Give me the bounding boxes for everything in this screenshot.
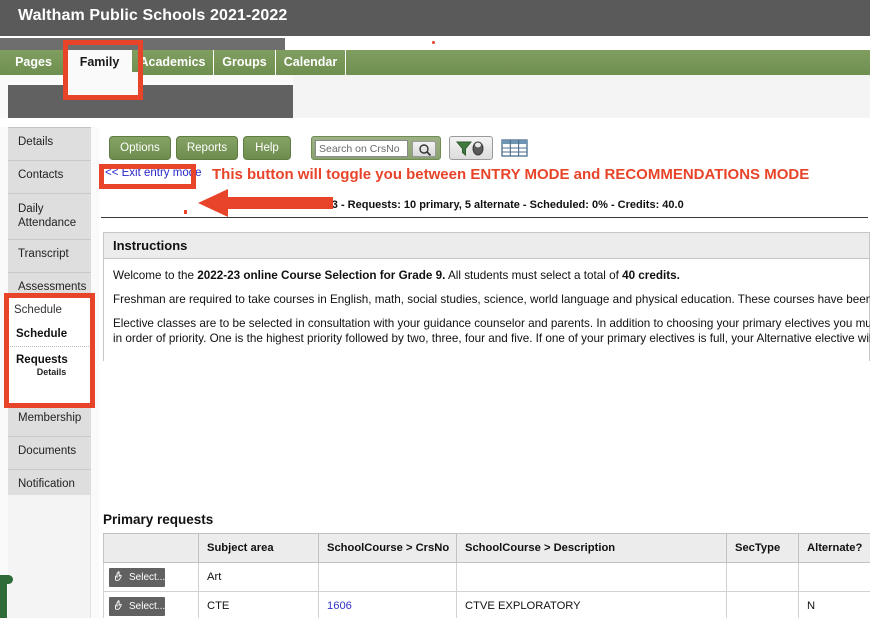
grid-view-button[interactable] [501,137,529,159]
select-button-label: Select... [129,600,166,612]
content-header-right [293,75,870,123]
reports-button[interactable]: Reports [176,136,238,172]
stray-red-dot [184,210,187,214]
stray-red-dot-top [432,41,435,44]
search-input[interactable] [315,140,408,157]
sidebar-item-details[interactable]: Details [8,128,91,161]
cell-description [456,562,727,592]
column-header-sectype: SecType [726,533,799,563]
column-header-alternate: Alternate? [798,533,870,563]
search-button[interactable] [412,141,436,157]
table-body: Select... Art Select... CTE 1606 CTVE EXPLORA… [103,562,870,618]
annotation-callout-text: This button will toggle you between ENTR… [212,166,810,183]
instructions-paragraph-1: Welcome to the 2022-23 online Course Sel… [113,269,680,282]
grid-view-icon [501,139,528,157]
select-cell: Select... [103,591,199,618]
app-window: Waltham Public Schools 2021-2022 Pages F… [0,0,870,618]
select-button-label: Select... [129,571,166,583]
filter-funnel-icon [456,141,484,157]
nav-tab-pages[interactable]: Pages [0,50,68,75]
pointing-hand-icon [114,599,124,612]
select-button[interactable]: Select... [109,596,166,616]
sidebar-filler [8,495,91,618]
cell-description: CTVE EXPLORATORY [456,591,727,618]
column-header-description: SchoolCourse > Description [456,533,727,563]
nav-tab-calendar[interactable]: Calendar [276,50,346,75]
instructions-paragraph-2: Freshman are required to take courses in… [113,293,870,306]
sidebar-bottom: Membership Documents Notification [8,404,91,503]
table-header-row: Subject area SchoolCourse > CrsNo School… [103,533,870,563]
filter-button[interactable] [449,136,493,160]
options-button[interactable]: Options [109,136,171,172]
annotation-box-family-tab [63,40,143,100]
column-header-subject-area: Subject area [198,533,319,563]
content-header-block [8,85,293,118]
select-button[interactable]: Select... [109,567,166,587]
instructions-heading: Instructions [104,233,869,259]
nav-tab-empty [346,50,870,75]
annotation-arrow-left-icon [198,188,333,218]
page-title: Waltham Public Schools 2021-2022 [18,7,288,24]
search-group [311,136,441,160]
sidebar-item-transcript[interactable]: Transcript [8,240,91,273]
green-marker-icon [0,575,13,618]
sidebar-item-documents[interactable]: Documents [8,437,91,470]
pointing-hand-icon [114,570,124,583]
help-button-label: Help [255,142,279,154]
magnifier-icon [419,144,432,157]
table-row: Select... Art [103,562,870,592]
select-cell: Select... [103,562,199,592]
primary-requests-title: Primary requests [103,512,214,527]
cell-sectype [726,591,799,618]
column-header-select [103,533,199,563]
sidebar-item-contacts[interactable]: Contacts [8,161,91,194]
annotation-box-exit-entry-mode [99,164,196,189]
cell-alternate [798,562,870,592]
column-header-crsno: SchoolCourse > CrsNo [318,533,457,563]
instructions-panel: Instructions Welcome to the 2022-23 onli… [103,232,870,361]
sidebar-item-daily-attendance[interactable]: Daily Attendance [8,194,91,240]
cell-sectype [726,562,799,592]
primary-requests-table: Subject area SchoolCourse > CrsNo School… [103,533,870,618]
cell-subject-area: Art [198,562,319,592]
instructions-body: Welcome to the 2022-23 online Course Sel… [104,259,870,361]
table-row: Select... CTE 1606 CTVE EXPLORATORY N [103,591,870,618]
sidebar-item-membership[interactable]: Membership [8,404,91,437]
options-button-label: Options [120,142,160,154]
content-divider [0,118,870,127]
annotation-box-schedule-group [4,293,95,408]
instructions-paragraph-3: Elective classes are to be selected in c… [113,317,870,345]
title-bar: Waltham Public Schools 2021-2022 [0,0,870,36]
reports-button-label: Reports [186,142,228,154]
nav-tab-groups[interactable]: Groups [214,50,276,75]
cell-alternate: N [798,591,870,618]
nav-tab-academics[interactable]: Academics [132,50,214,75]
cell-crsno: 1606 [318,591,457,618]
cell-crsno [318,562,457,592]
crsno-link[interactable]: 1606 [327,600,352,612]
cell-subject-area: CTE [198,591,319,618]
help-button[interactable]: Help [243,136,291,172]
